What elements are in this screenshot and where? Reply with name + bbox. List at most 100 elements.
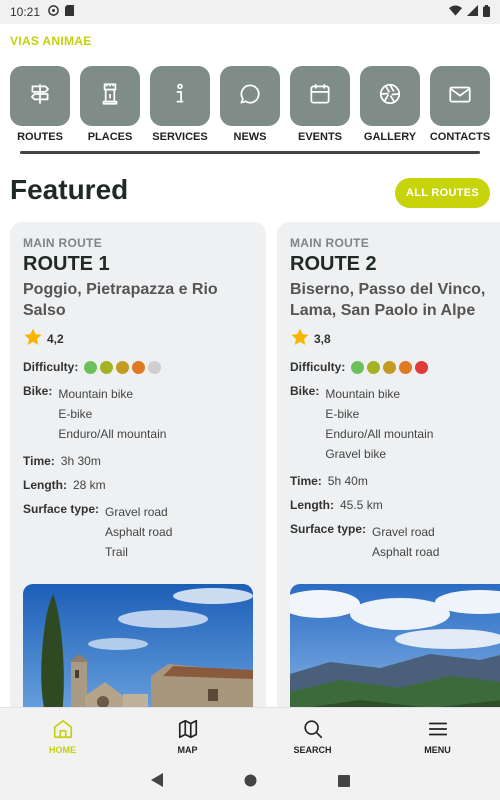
tower-icon	[97, 81, 123, 112]
difficulty-dot	[415, 360, 429, 374]
bike-type: Enduro/All mountain	[58, 427, 167, 441]
rating-value: 4,2	[47, 331, 64, 346]
route-kind: MAIN ROUTE	[23, 236, 102, 250]
length-label: Length:	[290, 498, 334, 512]
signal-icon	[467, 5, 478, 19]
category-label: CONTACTS	[429, 131, 491, 143]
difficulty-row: Difficulty:	[290, 360, 500, 374]
difficulty-row: Difficulty:	[23, 360, 253, 374]
length-row: Length: 28 km	[23, 478, 253, 492]
route-title: ROUTE 1	[23, 253, 110, 275]
route-title: ROUTE 2	[290, 253, 377, 275]
category-tile[interactable]	[220, 66, 280, 126]
category-events[interactable]: EVENTS	[290, 66, 350, 146]
app-brand: VIAS ANIMAE	[10, 34, 92, 48]
wifi-icon	[449, 5, 462, 19]
aperture-icon	[377, 81, 403, 112]
category-tile[interactable]	[430, 66, 490, 126]
length-value: 45.5 km	[340, 498, 383, 512]
category-scrollbar-thumb[interactable]	[20, 151, 480, 154]
route-kind: MAIN ROUTE	[290, 236, 369, 250]
category-tile[interactable]	[360, 66, 420, 126]
route-card[interactable]: MAIN ROUTE ROUTE 1 Poggio, Pietrapazza e…	[10, 222, 266, 707]
nav-map[interactable]: MAP	[125, 708, 250, 765]
category-tile[interactable]	[290, 66, 350, 126]
difficulty-dot	[132, 360, 146, 374]
bike-type: Mountain bike	[325, 387, 401, 401]
bike-type: Enduro/All mountain	[325, 427, 434, 441]
nav-menu[interactable]: MENU	[375, 708, 500, 765]
category-routes[interactable]: ROUTES	[10, 66, 70, 146]
bike-label: Bike:	[23, 384, 53, 398]
category-tile[interactable]	[10, 66, 70, 126]
difficulty-dot	[399, 360, 413, 374]
difficulty-label: Difficulty:	[290, 360, 346, 374]
surface-row: Surface type: Gravel road Asphalt road T…	[23, 502, 253, 562]
difficulty-dot	[367, 360, 381, 374]
home-circle-icon[interactable]	[244, 774, 257, 792]
category-places[interactable]: PLACES	[80, 66, 140, 146]
rating-value: 3,8	[314, 331, 331, 346]
bottom-nav: HOME MAP SEARCH MENU	[0, 707, 500, 765]
time-row: Time: 3h 30m	[23, 454, 253, 468]
category-gallery[interactable]: GALLERY	[360, 66, 420, 146]
surface-type: Asphalt road	[372, 545, 440, 559]
battery-icon	[483, 4, 490, 20]
time-label: Time:	[290, 474, 322, 488]
bike-list: Mountain bike E-bike Enduro/All mountain	[58, 384, 166, 444]
sync-icon	[48, 5, 59, 19]
category-contacts[interactable]: CONTACTS	[430, 66, 490, 146]
route-card[interactable]: MAIN ROUTE ROUTE 2 Biserno, Passo del Vi…	[277, 222, 500, 707]
route-photo[interactable]	[23, 584, 253, 707]
difficulty-dot	[383, 360, 397, 374]
search-icon	[302, 718, 324, 745]
surface-type: Gravel road	[372, 525, 435, 539]
map-icon	[177, 718, 199, 745]
route-rating: 4,2	[23, 327, 253, 350]
bike-row: Bike: Mountain bike E-bike Enduro/All mo…	[23, 384, 253, 444]
recents-icon[interactable]	[337, 774, 350, 792]
bike-label: Bike:	[290, 384, 320, 398]
featured-heading: Featured	[10, 174, 129, 205]
nav-label: MENU	[424, 745, 451, 755]
bike-list: Mountain bike E-bike Enduro/All mountain…	[325, 384, 433, 464]
bike-type: E-bike	[58, 407, 93, 421]
nav-home[interactable]: HOME	[0, 708, 125, 765]
category-scrollbar[interactable]	[20, 151, 480, 154]
surface-label: Surface type:	[23, 502, 100, 516]
category-label: EVENTS	[297, 131, 342, 143]
difficulty-label: Difficulty:	[23, 360, 79, 374]
back-icon[interactable]	[150, 773, 163, 792]
category-label: GALLERY	[363, 131, 417, 143]
difficulty-dots	[84, 360, 162, 374]
category-label: ROUTES	[17, 131, 63, 143]
home-icon	[52, 718, 74, 745]
surface-type: Gravel road	[105, 505, 168, 519]
time-value: 5h 40m	[327, 474, 368, 488]
signpost-icon	[27, 81, 53, 112]
star-icon	[23, 327, 47, 350]
category-tile[interactable]	[150, 66, 210, 126]
surface-row: Surface type: Gravel road Asphalt road	[290, 522, 500, 562]
category-tile[interactable]	[80, 66, 140, 126]
category-news[interactable]: NEWS	[220, 66, 280, 146]
calendar-icon	[307, 81, 333, 112]
sd-card-icon	[65, 5, 75, 19]
category-label: PLACES	[87, 131, 133, 143]
all-routes-button[interactable]: ALL ROUTES	[395, 178, 490, 208]
featured-carousel[interactable]: MAIN ROUTE ROUTE 1 Poggio, Pietrapazza e…	[10, 222, 500, 707]
route-rating: 3,8	[290, 327, 500, 350]
nav-search[interactable]: SEARCH	[250, 708, 375, 765]
category-label: SERVICES	[152, 131, 208, 143]
nav-label: HOME	[49, 745, 76, 755]
surface-label: Surface type:	[290, 522, 367, 536]
surface-list: Gravel road Asphalt road Trail	[105, 502, 172, 562]
chat-icon	[237, 81, 263, 112]
star-icon	[290, 327, 314, 350]
difficulty-dot	[351, 360, 365, 374]
status-bar: 10:21	[0, 0, 500, 24]
length-label: Length:	[23, 478, 67, 492]
route-photo[interactable]	[290, 584, 500, 707]
category-services[interactable]: SERVICES	[150, 66, 210, 146]
category-row: ROUTES PLACES SERVICES NEWS EVENTS GALLE…	[10, 66, 500, 146]
